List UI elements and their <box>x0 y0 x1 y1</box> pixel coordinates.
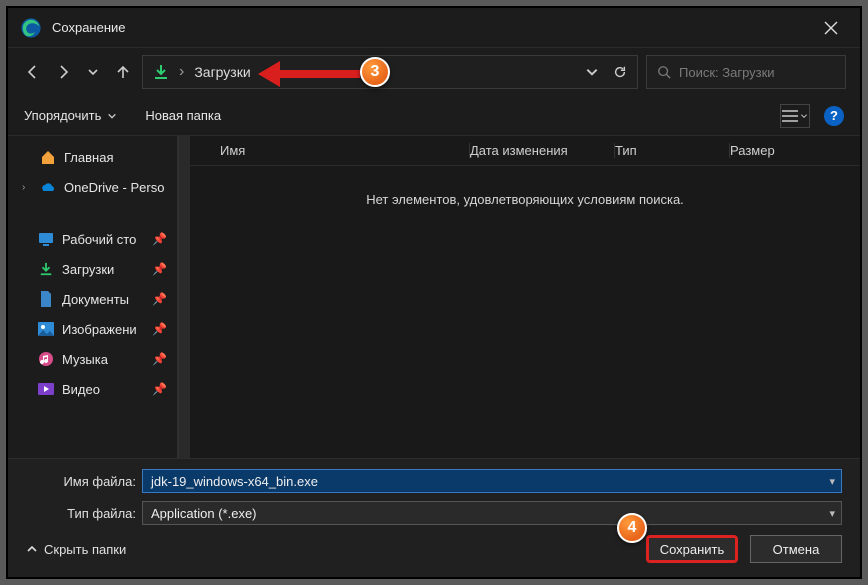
view-mode-button[interactable] <box>780 104 810 128</box>
filetype-value: Application (*.exe) <box>151 506 257 521</box>
help-button[interactable]: ? <box>824 106 844 126</box>
filename-row: Имя файла: jdk-19_windows-x64_bin.exe ▾ <box>54 469 842 493</box>
home-icon <box>40 149 56 165</box>
breadcrumb-location[interactable]: Загрузки <box>194 64 250 80</box>
sidebar-item-label: OneDrive - Perso <box>64 180 164 195</box>
footer-row: Скрыть папки Сохранить Отмена <box>54 533 842 563</box>
pin-icon: 📌 <box>152 382 167 396</box>
sidebar-item-onedrive[interactable]: › OneDrive - Perso <box>8 172 177 202</box>
filetype-select[interactable]: Application (*.exe) ▾ <box>142 501 842 525</box>
sidebar-item-label: Музыка <box>62 352 108 367</box>
column-date[interactable]: Дата изменения <box>470 143 615 158</box>
videos-icon <box>38 381 54 397</box>
music-icon <box>38 351 54 367</box>
sidebar-item-label: Видео <box>62 382 100 397</box>
sidebar-item-downloads[interactable]: Загрузки 📌 <box>8 254 177 284</box>
filename-input[interactable]: jdk-19_windows-x64_bin.exe ▾ <box>142 469 842 493</box>
downloads-folder-icon <box>153 64 169 80</box>
sidebar-item-label: Рабочий сто <box>62 232 136 247</box>
sidebar-item-documents[interactable]: Документы 📌 <box>8 284 177 314</box>
onedrive-icon <box>40 179 56 195</box>
filename-value: jdk-19_windows-x64_bin.exe <box>151 474 318 489</box>
desktop-icon <box>38 231 54 247</box>
pin-icon: 📌 <box>152 352 167 366</box>
file-list-area: Имя Дата изменения Тип Размер Нет элемен… <box>190 136 860 458</box>
column-headers: Имя Дата изменения Тип Размер <box>190 136 860 166</box>
window-title: Сохранение <box>52 20 126 35</box>
address-bar[interactable]: › Загрузки <box>142 55 638 89</box>
chevron-down-icon[interactable]: ▾ <box>829 507 835 520</box>
chevron-down-icon <box>107 111 117 121</box>
organize-menu[interactable]: Упорядочить <box>24 108 117 123</box>
pin-icon: 📌 <box>152 322 167 336</box>
new-folder-button[interactable]: Новая папка <box>145 108 221 123</box>
sidebar-item-label: Изображени <box>62 322 137 337</box>
hide-folders-toggle[interactable]: Скрыть папки <box>26 542 126 557</box>
expand-icon[interactable]: › <box>22 182 32 193</box>
address-dropdown-icon[interactable] <box>585 65 599 79</box>
navigation-row: › Загрузки Поиск: Загрузки <box>8 48 860 96</box>
search-placeholder: Поиск: Загрузки <box>679 65 775 80</box>
breadcrumb-separator-icon: › <box>179 63 184 81</box>
downloads-icon <box>38 261 54 277</box>
chevron-up-icon <box>26 543 38 555</box>
sidebar-item-pictures[interactable]: Изображени 📌 <box>8 314 177 344</box>
pin-icon: 📌 <box>152 262 167 276</box>
sidebar-item-videos[interactable]: Видео 📌 <box>8 374 177 404</box>
nav-back-button[interactable] <box>22 58 44 86</box>
column-type[interactable]: Тип <box>615 143 730 158</box>
close-button[interactable] <box>814 17 848 39</box>
sidebar-item-label: Документы <box>62 292 129 307</box>
edge-browser-icon <box>20 17 42 39</box>
pin-icon: 📌 <box>152 292 167 306</box>
empty-list-message: Нет элементов, удовлетворяющих условиям … <box>190 166 860 458</box>
save-button[interactable]: Сохранить <box>646 535 738 563</box>
bottom-panel: Имя файла: jdk-19_windows-x64_bin.exe ▾ … <box>8 458 860 577</box>
sidebar-item-label: Главная <box>64 150 113 165</box>
save-dialog: Сохранение › Загрузки <box>6 6 862 579</box>
filetype-label: Тип файла: <box>54 506 136 521</box>
sidebar: Главная › OneDrive - Perso Рабочий сто 📌… <box>8 136 178 458</box>
hide-folders-label: Скрыть папки <box>44 542 126 557</box>
dialog-body: Главная › OneDrive - Perso Рабочий сто 📌… <box>8 136 860 458</box>
pictures-icon <box>38 321 54 337</box>
titlebar: Сохранение <box>8 8 860 48</box>
chevron-down-icon[interactable]: ▾ <box>829 475 835 488</box>
refresh-button[interactable] <box>613 65 627 79</box>
sidebar-item-desktop[interactable]: Рабочий сто 📌 <box>8 224 177 254</box>
nav-up-button[interactable] <box>112 58 134 86</box>
search-input[interactable]: Поиск: Загрузки <box>646 55 846 89</box>
sidebar-scrollbar[interactable] <box>178 136 190 458</box>
documents-icon <box>38 291 54 307</box>
toolbar: Упорядочить Новая папка ? <box>8 96 860 136</box>
cancel-button[interactable]: Отмена <box>750 535 842 563</box>
column-name[interactable]: Имя <box>220 143 470 158</box>
organize-label: Упорядочить <box>24 108 101 123</box>
sidebar-item-music[interactable]: Музыка 📌 <box>8 344 177 374</box>
column-size[interactable]: Размер <box>730 143 860 158</box>
nav-forward-button[interactable] <box>52 58 74 86</box>
pin-icon: 📌 <box>152 232 167 246</box>
nav-recent-dropdown[interactable] <box>82 58 104 86</box>
filename-label: Имя файла: <box>54 474 136 489</box>
sidebar-item-home[interactable]: Главная <box>8 142 177 172</box>
chevron-down-icon <box>800 112 808 120</box>
search-icon <box>657 65 671 79</box>
sidebar-item-label: Загрузки <box>62 262 114 277</box>
filetype-row: Тип файла: Application (*.exe) ▾ <box>54 501 842 525</box>
